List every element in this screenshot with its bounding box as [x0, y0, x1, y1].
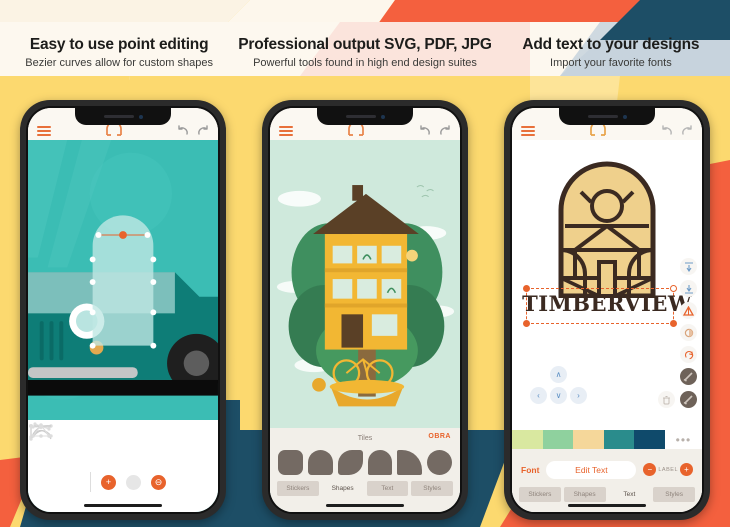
notch [75, 108, 171, 125]
phone-mockup-3: TIMBERVIEW ∧ ‹ ∨ › ••• Font Edit Text − … [504, 100, 710, 520]
home-indicator [326, 503, 404, 507]
undo-arrow-icon[interactable] [177, 125, 189, 136]
font-size-increase[interactable]: + [680, 463, 693, 476]
edit-text-button[interactable]: Edit Text [546, 460, 637, 479]
shapes-panel: Tiles OBRA Stickers Shapes Text Styles [270, 428, 460, 512]
font-label: Font [521, 464, 540, 475]
trash-icon[interactable] [658, 391, 675, 408]
timberview-logo-art [558, 161, 656, 298]
selection-handle-bottom-right[interactable] [670, 320, 677, 327]
bezier-tool-panel: + ⊖ [28, 420, 218, 512]
color-swatch-5[interactable] [634, 430, 665, 449]
color-swatch-4[interactable] [603, 430, 635, 449]
hamburger-menu-icon[interactable] [521, 126, 535, 136]
nudge-right-button[interactable]: › [570, 387, 587, 404]
redo-arrow-icon[interactable] [681, 125, 693, 136]
home-indicator [568, 503, 646, 507]
design-canvas[interactable]: + ⊖ [28, 140, 218, 512]
hamburger-menu-icon[interactable] [279, 126, 293, 136]
tab-text[interactable]: Text [366, 481, 409, 496]
tab-styles[interactable]: Styles [411, 481, 453, 496]
panel-title-text: Tiles [357, 434, 373, 442]
tab-stickers[interactable]: Stickers [277, 481, 319, 496]
leaf-diagonal-shape[interactable] [337, 450, 363, 475]
shape-swatch-row [270, 446, 460, 475]
transform-button-group [658, 391, 697, 408]
color-swatch-3[interactable] [573, 430, 604, 449]
nudge-dpad: ∧ ‹ ∨ › [524, 366, 594, 408]
undo-arrow-icon[interactable] [661, 125, 673, 136]
undo-redo-group [419, 125, 451, 136]
nudge-up-button[interactable]: ∧ [550, 366, 567, 383]
promo-screenshot: Easy to use point editing Bezier curves … [0, 0, 730, 527]
panel-title: Tiles OBRA [270, 430, 460, 446]
more-colors-button[interactable]: ••• [664, 430, 702, 449]
tab-text[interactable]: Text [609, 487, 651, 502]
brush-swatch-icon[interactable] [680, 368, 697, 385]
notch [559, 108, 655, 125]
speaker-grill [103, 115, 134, 118]
leaf-top-shape[interactable] [307, 450, 333, 475]
front-camera [138, 114, 143, 119]
tab-stickers[interactable]: Stickers [519, 487, 561, 502]
phone-screen: Tiles OBRA Stickers Shapes Text Styles [270, 108, 460, 512]
color-palette-row: ••• [512, 430, 702, 449]
front-camera [622, 114, 627, 119]
nudge-down-button[interactable]: ∨ [550, 387, 567, 404]
undo-redo-group [661, 125, 693, 136]
object-tool-column [680, 258, 697, 385]
align-top-icon[interactable] [680, 258, 697, 275]
rounded-square-shape[interactable] [278, 450, 303, 475]
text-editor-bottom-panel: ••• Font Edit Text − LABEL + Stickers Sh… [512, 430, 702, 512]
color-swatch-2[interactable] [542, 430, 574, 449]
phone-frame: TIMBERVIEW ∧ ‹ ∨ › ••• Font Edit Text − … [510, 106, 704, 514]
redo-arrow-icon[interactable] [439, 125, 451, 136]
phone-mockup-1: + ⊖ [20, 100, 226, 520]
timberview-text[interactable]: TIMBERVIEW [522, 291, 692, 316]
tab-shapes[interactable]: Shapes [322, 481, 364, 496]
brand-mark: OBRA [428, 433, 451, 440]
selection-handle-bottom-left[interactable] [523, 320, 530, 327]
quarter-circle-shape[interactable] [397, 450, 423, 475]
bottom-tab-bar: Stickers Shapes Text Styles [512, 483, 702, 512]
phone-mockup-2: Tiles OBRA Stickers Shapes Text Styles [262, 100, 468, 520]
ellipse-shape[interactable] [427, 450, 452, 475]
font-size-value: LABEL [658, 466, 678, 473]
design-canvas[interactable]: Tiles OBRA Stickers Shapes Text Styles [270, 140, 460, 512]
neutral-point-button[interactable] [126, 474, 141, 490]
align-bottom-icon[interactable] [680, 280, 697, 297]
brush-swatch-icon[interactable] [680, 391, 697, 408]
phone-screen: TIMBERVIEW ∧ ‹ ∨ › ••• Font Edit Text − … [512, 108, 702, 512]
node-action-row: + ⊖ [28, 423, 218, 500]
hamburger-menu-icon[interactable] [37, 126, 51, 136]
notch [317, 108, 413, 125]
tab-shapes[interactable]: Shapes [563, 487, 606, 502]
design-canvas[interactable]: TIMBERVIEW ∧ ‹ ∨ › ••• Font Edit Text − … [512, 140, 702, 512]
rotate-right-icon[interactable] [680, 346, 697, 363]
speaker-grill [587, 115, 618, 118]
phone-frame: Tiles OBRA Stickers Shapes Text Styles [268, 106, 462, 514]
font-size-decrease[interactable]: − [643, 463, 657, 476]
front-camera [380, 114, 385, 119]
delete-point-button[interactable]: ⊖ [151, 474, 166, 490]
color-swatch-1[interactable] [512, 430, 543, 449]
tool-divider [90, 472, 91, 492]
home-indicator [84, 503, 162, 507]
undo-arrow-icon[interactable] [419, 125, 431, 136]
speaker-grill [345, 115, 376, 118]
curve-type-row [28, 420, 218, 464]
phone-frame: + ⊖ [26, 106, 220, 514]
tab-styles[interactable]: Styles [653, 487, 695, 502]
font-size-stepper: − LABEL + [643, 463, 693, 476]
arch-shape[interactable] [367, 450, 393, 475]
phone-screen: + ⊖ [28, 108, 218, 512]
undo-redo-group [177, 125, 209, 136]
font-control-row: Font Edit Text − LABEL + [512, 449, 702, 483]
nudge-left-button[interactable]: ‹ [530, 387, 547, 404]
add-point-button[interactable]: + [101, 474, 116, 490]
flip-warning-icon[interactable] [680, 302, 697, 319]
shape-fill-icon[interactable] [680, 324, 697, 341]
bottom-tab-bar: Stickers Shapes Text Styles [270, 475, 460, 496]
redo-arrow-icon[interactable] [197, 125, 209, 136]
